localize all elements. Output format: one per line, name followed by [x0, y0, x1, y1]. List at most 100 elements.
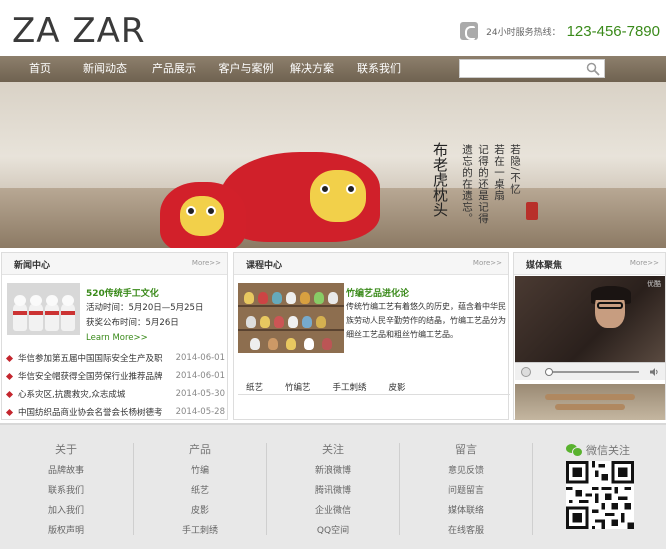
- course-tabs: 纸艺 竹编艺 手工刺绣 皮影: [246, 381, 428, 393]
- tiger-eye: [346, 184, 356, 194]
- video-player[interactable]: 优酷: [515, 276, 665, 362]
- footer-link[interactable]: 竹编: [134, 466, 266, 477]
- search-box: [459, 59, 605, 78]
- course-panel-header: 课程中心 More>>: [234, 253, 508, 275]
- footer-column-message: 留言 意见反馈 问题留言 媒体联络 在线客服: [400, 441, 532, 546]
- news-list-item[interactable]: 心系灾区,抗震救灾,众志成城 2014-05-30: [5, 385, 225, 403]
- news-feature-title[interactable]: 520传统手工文化: [86, 286, 159, 299]
- seek-bar[interactable]: [547, 371, 639, 373]
- news-item-date: 2014-05-30: [175, 389, 225, 399]
- news-list: 华信参加第五届中国国际安全生产及职 2014-06-01 华信安全帽获得全国劳保…: [5, 349, 225, 421]
- banner-poem-line: 若在一桌扇: [493, 144, 505, 202]
- banner-poem-line: 遗忘的在遗忘。: [461, 144, 473, 225]
- site-footer: 关于 品牌故事 联系我们 加入我们 版权声明 产品 竹编 纸艺 皮影 手工刺绣 …: [0, 423, 666, 549]
- search-icon[interactable]: [586, 62, 600, 76]
- bullet-icon: [5, 408, 14, 416]
- seek-handle[interactable]: [545, 368, 553, 376]
- banner-seal: [526, 202, 538, 220]
- nav-item-products[interactable]: 产品展示: [130, 56, 218, 82]
- hotline: 24小时服务热线： 123-456-7890: [460, 22, 660, 40]
- footer-column-title: 产品: [189, 443, 211, 456]
- nav-item-news[interactable]: 新闻动态: [80, 56, 130, 82]
- figurine: [61, 295, 75, 331]
- news-list-item[interactable]: 华信安全帽获得全国劳保行业推荐品牌 2014-06-01: [5, 367, 225, 385]
- news-list-item[interactable]: 华信参加第五届中国国际安全生产及职 2014-06-01: [5, 349, 225, 367]
- footer-link[interactable]: 问题留言: [400, 486, 532, 497]
- tiger-face: [310, 170, 366, 222]
- volume-icon[interactable]: [649, 367, 659, 377]
- logo-text: ZA ZAR: [12, 11, 146, 51]
- figurine: [45, 295, 59, 331]
- footer-link[interactable]: 纸艺: [134, 486, 266, 497]
- media-more-link[interactable]: More>>: [630, 259, 659, 267]
- qr-code-icon: [566, 461, 634, 529]
- course-thumbnail[interactable]: [238, 283, 344, 353]
- footer-link[interactable]: 手工刺绣: [134, 526, 266, 537]
- course-feature-title[interactable]: 竹编艺品进化论: [346, 286, 409, 299]
- learn-more-link[interactable]: Learn More>>: [86, 333, 148, 343]
- footer-column-follow: 关注 新浪微博 腾讯微博 企业微信 QQ空间: [267, 441, 399, 546]
- footer-divider: [532, 443, 533, 535]
- hotline-number: 123-456-7890: [566, 22, 660, 40]
- news-item-title[interactable]: 中国纺织品商业协会名誉会长杨树德考: [18, 406, 172, 418]
- footer-link[interactable]: 在线客服: [400, 526, 532, 537]
- main-nav: 首页 新闻动态 产品展示 客户与案例 解决方案 联系我们: [0, 56, 666, 82]
- site-logo[interactable]: ZA ZAR: [12, 12, 146, 50]
- news-item-title[interactable]: 华信参加第五届中国国际安全生产及职: [18, 352, 172, 364]
- media-thumbnail[interactable]: [515, 384, 665, 420]
- divider: [238, 394, 510, 395]
- media-panel: 媒体聚焦 More>> 优酷: [513, 252, 666, 420]
- nav-item-home[interactable]: 首页: [0, 56, 80, 82]
- video-person-hair: [591, 286, 631, 300]
- hero-banner[interactable]: 布老虎枕头 若隐/不忆 若在一桌扇 记得的还是记得 遗忘的在遗忘。: [0, 82, 666, 248]
- footer-link[interactable]: 皮影: [134, 506, 266, 517]
- footer-link[interactable]: 腾讯微博: [267, 486, 399, 497]
- course-tab-bamboo[interactable]: 竹编艺: [285, 381, 311, 393]
- footer-column-title: 关于: [55, 443, 77, 456]
- news-item-date: 2014-06-01: [175, 353, 225, 363]
- tiger-eye: [320, 184, 330, 194]
- wechat-icon: [566, 444, 583, 457]
- news-thumbnail[interactable]: [7, 283, 80, 335]
- course-more-link[interactable]: More>>: [473, 259, 502, 267]
- tiger-face: [180, 196, 224, 236]
- news-feature-line: 获奖公布时间：5月26日: [86, 318, 179, 328]
- footer-column-title: 关注: [322, 443, 344, 456]
- wechat-label: 微信关注: [586, 444, 630, 457]
- news-item-title[interactable]: 心系灾区,抗震救灾,众志成城: [18, 388, 172, 400]
- nav-item-solutions[interactable]: 解决方案: [274, 56, 350, 82]
- course-tab-paper[interactable]: 纸艺: [246, 381, 263, 393]
- news-more-link[interactable]: More>>: [192, 259, 221, 267]
- news-list-item[interactable]: 中国纺织品商业协会名誉会长杨树德考 2014-05-28: [5, 403, 225, 421]
- figurine: [13, 295, 27, 331]
- bullet-icon: [5, 354, 14, 362]
- banner-poem-line: 记得的还是记得: [477, 144, 489, 225]
- cloth-tiger-small: [160, 182, 246, 248]
- course-tab-embroidery[interactable]: 手工刺绣: [333, 381, 367, 393]
- footer-link[interactable]: 企业微信: [267, 506, 399, 517]
- course-tab-shadow-puppet[interactable]: 皮影: [389, 381, 406, 393]
- footer-link[interactable]: QQ空间: [267, 526, 399, 537]
- footer-link[interactable]: 品牌故事: [0, 466, 132, 477]
- banner-poem-line: 若隐/不忆: [509, 144, 521, 195]
- footer-link[interactable]: 新浪微博: [267, 466, 399, 477]
- footer-column-about: 关于 品牌故事 联系我们 加入我们 版权声明: [0, 441, 132, 546]
- news-panel-header: 新闻中心 More>>: [2, 253, 227, 275]
- footer-link[interactable]: 媒体联络: [400, 506, 532, 517]
- media-panel-title: 媒体聚焦: [526, 261, 563, 271]
- play-icon[interactable]: [521, 367, 531, 377]
- footer-link[interactable]: 加入我们: [0, 506, 132, 517]
- glasses: [597, 302, 623, 309]
- news-item-title[interactable]: 华信安全帽获得全国劳保行业推荐品牌: [18, 370, 172, 382]
- footer-link[interactable]: 联系我们: [0, 486, 132, 497]
- course-description: 传统竹编工艺有着悠久的历史，蕴含着中华民族劳动人民辛勤劳作的结晶，竹编工艺品分为…: [346, 302, 506, 339]
- phone-icon: [460, 22, 479, 40]
- nav-item-contact[interactable]: 联系我们: [350, 56, 408, 82]
- search-input[interactable]: [460, 60, 580, 77]
- footer-link[interactable]: 版权声明: [0, 526, 132, 537]
- tiger-eye: [186, 206, 196, 216]
- footer-link[interactable]: 意见反馈: [400, 466, 532, 477]
- bullet-icon: [5, 390, 14, 398]
- news-item-date: 2014-06-01: [175, 371, 225, 381]
- nav-item-cases[interactable]: 客户与案例: [218, 56, 274, 82]
